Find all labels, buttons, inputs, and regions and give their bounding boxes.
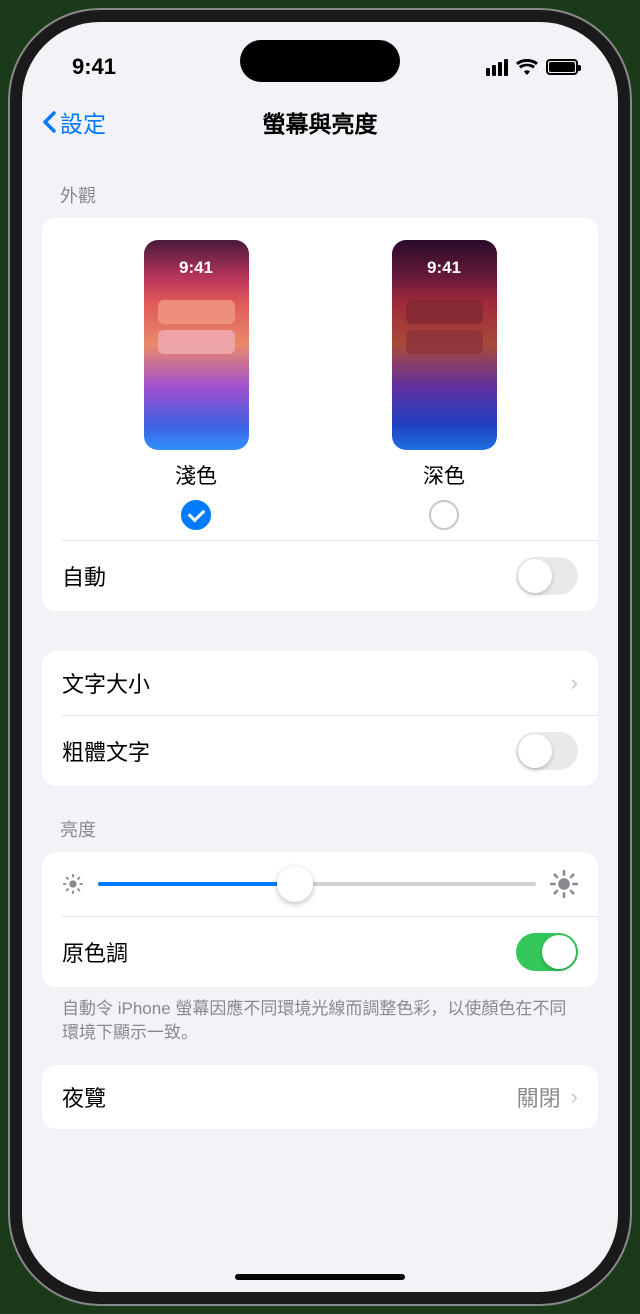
truetone-row: 原色調 [42, 917, 598, 987]
brightness-header: 亮度 [42, 786, 598, 852]
appearance-card: 9:41 淺色 9:41 深色 [42, 218, 598, 611]
cellular-icon [486, 59, 508, 76]
nightshift-label: 夜覽 [62, 1081, 106, 1113]
slider-thumb[interactable] [277, 866, 313, 902]
nightshift-card: 夜覽 關閉 › [42, 1065, 598, 1129]
bold-text-toggle[interactable] [516, 732, 578, 770]
status-time: 9:41 [72, 54, 116, 80]
dark-radio[interactable] [429, 500, 459, 530]
nightshift-row[interactable]: 夜覽 關閉 › [42, 1065, 598, 1129]
text-size-label: 文字大小 [62, 667, 150, 699]
battery-icon [546, 59, 578, 75]
auto-toggle[interactable] [516, 557, 578, 595]
brightness-slider-row [42, 852, 598, 916]
home-indicator[interactable] [235, 1274, 405, 1280]
status-indicators [486, 59, 578, 76]
content-scroll[interactable]: 外觀 9:41 淺色 9:41 [22, 152, 618, 1282]
appearance-options: 9:41 淺色 9:41 深色 [42, 218, 598, 540]
truetone-toggle[interactable] [516, 933, 578, 971]
text-card: 文字大小 › 粗體文字 [42, 651, 598, 786]
light-radio[interactable] [181, 500, 211, 530]
nav-bar: 設定 螢幕與亮度 [22, 92, 618, 152]
light-preview: 9:41 [144, 240, 249, 450]
appearance-light-option[interactable]: 9:41 淺色 [144, 240, 249, 530]
light-label: 淺色 [175, 460, 217, 490]
dark-label: 深色 [423, 460, 465, 490]
auto-label: 自動 [62, 560, 106, 592]
bold-text-row: 粗體文字 [42, 716, 598, 786]
back-button[interactable]: 設定 [42, 105, 106, 139]
appearance-header: 外觀 [42, 152, 598, 218]
sun-large-icon [550, 870, 578, 898]
auto-row: 自動 [42, 541, 598, 611]
wifi-icon [516, 59, 538, 75]
bold-text-label: 粗體文字 [62, 735, 150, 767]
nightshift-value: 關閉 [517, 1081, 561, 1113]
phone-frame: 9:41 設定 螢幕與亮度 外觀 9:41 淺色 [10, 10, 630, 1304]
chevron-right-icon: › [571, 1084, 578, 1110]
chevron-right-icon: › [571, 670, 578, 696]
sun-small-icon [62, 873, 84, 895]
chevron-left-icon [42, 111, 56, 133]
text-size-row[interactable]: 文字大小 › [42, 651, 598, 715]
page-title: 螢幕與亮度 [263, 105, 378, 139]
appearance-dark-option[interactable]: 9:41 深色 [392, 240, 497, 530]
back-label: 設定 [60, 105, 106, 139]
brightness-card: 原色調 [42, 852, 598, 987]
dark-preview: 9:41 [392, 240, 497, 450]
truetone-label: 原色調 [62, 936, 128, 968]
brightness-slider[interactable] [98, 882, 536, 886]
dynamic-island [240, 40, 400, 82]
truetone-description: 自動令 iPhone 螢幕因應不同環境光線而調整色彩，以使顏色在不同環境下顯示一… [42, 987, 598, 1065]
